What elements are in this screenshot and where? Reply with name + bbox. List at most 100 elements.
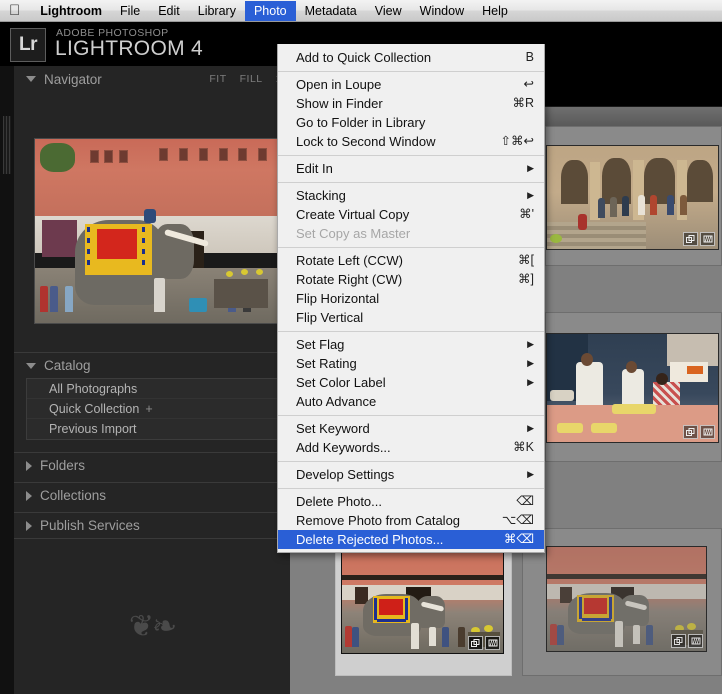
thumbnail-courtyard[interactable] <box>546 145 719 250</box>
publish-services-label: Publish Services <box>40 518 140 533</box>
menu-item-delete-rejected-photos[interactable]: Delete Rejected Photos... ⌘⌫ <box>278 530 544 549</box>
menu-item-shortcut: ⇧⌘↩ <box>500 134 534 148</box>
develop-badge-icon[interactable] <box>485 636 500 650</box>
menu-item-label: Set Keyword <box>296 421 370 436</box>
menu-item-label: Remove Photo from Catalog <box>296 513 461 528</box>
develop-badge-icon[interactable] <box>700 425 715 439</box>
collections-panel-header[interactable]: Collections <box>14 482 290 508</box>
thumbnail-elephant-selected[interactable] <box>341 546 504 654</box>
stack-badge-icon[interactable] <box>683 425 698 439</box>
navigator-preview[interactable] <box>34 138 284 324</box>
nav-mode-fill[interactable]: FILL <box>240 73 263 85</box>
menu-item-shortcut: ⌫ <box>516 494 534 508</box>
menu-library[interactable]: Library <box>189 1 245 21</box>
photo-dropdown-menu[interactable]: Add to Quick Collection B Open in Loupe … <box>277 44 545 553</box>
menu-item-rotate-left-ccw[interactable]: Rotate Left (CCW) ⌘[ <box>278 251 544 270</box>
menu-item-label: Edit In <box>296 161 333 176</box>
catalog-item-quick-collection[interactable]: Quick Collection + <box>27 399 289 419</box>
grid-cell-food-stall[interactable] <box>545 312 722 462</box>
navigator-panel-header[interactable]: Navigator FIT FILL 1 <box>14 66 290 92</box>
chevron-right-icon[interactable] <box>26 490 32 501</box>
menu-item-set-flag[interactable]: Set Flag ▶ <box>278 335 544 354</box>
menu-item-flip-vertical[interactable]: Flip Vertical <box>278 308 544 327</box>
catalog-item-previous-import[interactable]: Previous Import <box>27 419 289 439</box>
menu-item-set-rating[interactable]: Set Rating ▶ <box>278 354 544 373</box>
stack-badge-icon[interactable] <box>683 232 698 246</box>
stone-steps <box>547 222 647 249</box>
grid-cell-courtyard[interactable] <box>545 126 722 266</box>
menu-metadata[interactable]: Metadata <box>296 1 366 21</box>
left-panel-body: Navigator FIT FILL 1 <box>14 66 290 694</box>
stack-badge-icon[interactable] <box>671 634 686 648</box>
menu-item-label: Set Copy as Master <box>296 226 411 241</box>
catalog-item-label: Previous Import <box>49 422 137 436</box>
develop-badge-icon[interactable] <box>700 232 715 246</box>
menu-item-show-in-finder[interactable]: Show in Finder ⌘R <box>278 94 544 113</box>
menu-lightroom[interactable]: Lightroom <box>31 1 111 21</box>
menu-item-label: Set Color Label <box>296 375 386 390</box>
catalog-panel-header[interactable]: Catalog <box>14 352 290 378</box>
menu-item-open-in-loupe[interactable]: Open in Loupe ↩ <box>278 75 544 94</box>
identity-plate[interactable]: Lr ADOBE PHOTOSHOP LIGHTROOM 4 <box>0 22 290 66</box>
menu-item-set-keyword[interactable]: Set Keyword ▶ <box>278 419 544 438</box>
menu-photo[interactable]: Photo <box>244 0 296 21</box>
stack-badge-icon[interactable] <box>468 636 483 650</box>
menu-item-delete-photo[interactable]: Delete Photo... ⌫ <box>278 492 544 511</box>
menu-item-auto-advance[interactable]: Auto Advance <box>278 392 544 411</box>
catalog-item-all-photographs[interactable]: All Photographs <box>27 379 289 399</box>
menu-separator <box>278 155 544 156</box>
menu-item-lock-to-second-window[interactable]: Lock to Second Window ⇧⌘↩ <box>278 132 544 151</box>
menu-item-develop-settings[interactable]: Develop Settings ▶ <box>278 465 544 484</box>
thumbnail-elephant[interactable] <box>546 546 707 652</box>
menu-item-remove-photo-from-catalog[interactable]: Remove Photo from Catalog ⌥⌫ <box>278 511 544 530</box>
submenu-arrow-icon: ▶ <box>527 339 534 349</box>
menu-item-add-keywords[interactable]: Add Keywords... ⌘K <box>278 438 544 457</box>
thumbnail-badges[interactable] <box>683 232 715 246</box>
nav-mode-fit[interactable]: FIT <box>209 73 226 85</box>
menu-item-edit-in[interactable]: Edit In ▶ <box>278 159 544 178</box>
thumbnail-food-stall[interactable] <box>546 333 719 443</box>
thumbnail-badges[interactable] <box>683 425 715 439</box>
menu-item-flip-horizontal[interactable]: Flip Horizontal <box>278 289 544 308</box>
chevron-right-icon[interactable] <box>26 520 32 531</box>
thumbnail-badges[interactable] <box>468 636 500 650</box>
submenu-arrow-icon: ▶ <box>527 469 534 479</box>
menu-file[interactable]: File <box>111 1 149 21</box>
apple-icon[interactable]:  <box>0 3 31 18</box>
submenu-arrow-icon: ▶ <box>527 377 534 387</box>
menu-item-set-color-label[interactable]: Set Color Label ▶ <box>278 373 544 392</box>
lightroom-app-window: Lr ADOBE PHOTOSHOP LIGHTROOM 4 Navigator… <box>0 22 722 694</box>
panel-scroll-rail[interactable] <box>0 66 14 694</box>
menu-item-shortcut: ↩ <box>523 77 534 91</box>
menu-window[interactable]: Window <box>411 1 473 21</box>
menu-item-go-to-folder-in-library[interactable]: Go to Folder in Library <box>278 113 544 132</box>
menu-item-stacking[interactable]: Stacking ▶ <box>278 186 544 205</box>
menu-view[interactable]: View <box>366 1 411 21</box>
menu-item-label: Set Rating <box>296 356 357 371</box>
menu-item-shortcut: ⌘K <box>513 440 534 454</box>
menu-help[interactable]: Help <box>473 1 517 21</box>
menu-item-label: Lock to Second Window <box>296 134 436 149</box>
chevron-down-icon[interactable] <box>26 362 36 369</box>
publish-services-panel-header[interactable]: Publish Services <box>14 512 290 538</box>
lightroom-logo-icon: Lr <box>10 28 46 62</box>
menu-item-label: Flip Vertical <box>296 310 364 325</box>
menu-separator <box>278 461 544 462</box>
chevron-right-icon[interactable] <box>26 460 32 471</box>
menu-item-shortcut: B <box>525 50 534 64</box>
menu-item-label: Delete Rejected Photos... <box>296 532 444 547</box>
panel-scroll-grip[interactable] <box>3 116 11 174</box>
folders-panel-header[interactable]: Folders <box>14 452 290 478</box>
menu-separator <box>278 247 544 248</box>
menu-item-rotate-right-cw[interactable]: Rotate Right (CW) ⌘] <box>278 270 544 289</box>
chevron-down-icon[interactable] <box>26 76 36 82</box>
menu-item-create-virtual-copy[interactable]: Create Virtual Copy ⌘' <box>278 205 544 224</box>
folders-label: Folders <box>40 458 86 473</box>
develop-badge-icon[interactable] <box>688 634 703 648</box>
menu-edit[interactable]: Edit <box>149 1 189 21</box>
menu-item-add-to-quick-collection[interactable]: Add to Quick Collection B <box>278 48 544 67</box>
thumbnail-badges[interactable] <box>671 634 703 648</box>
menu-item-label: Rotate Right (CW) <box>296 272 403 287</box>
menu-separator <box>278 488 544 489</box>
grid-cell-elephant[interactable] <box>522 528 722 676</box>
